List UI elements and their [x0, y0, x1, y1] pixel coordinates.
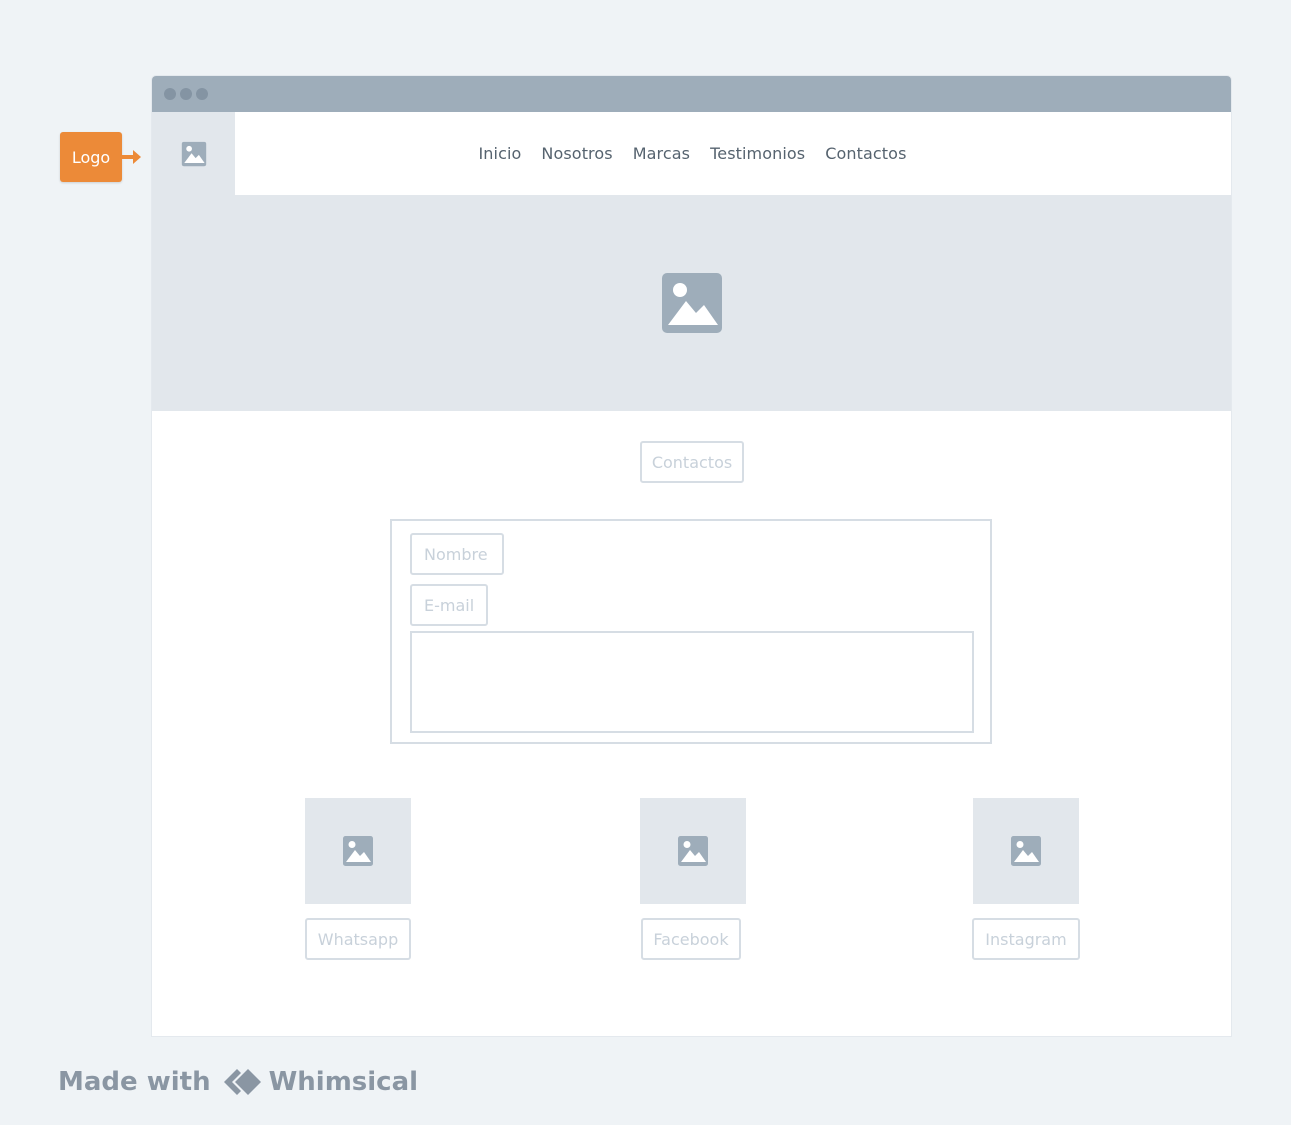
contact-form: Nombre E-mail	[390, 519, 992, 744]
instagram-button-label: Instagram	[985, 929, 1067, 949]
facebook-button[interactable]: Facebook	[641, 918, 741, 960]
image-icon	[1011, 836, 1041, 866]
whatsapp-image-placeholder[interactable]	[305, 798, 411, 904]
browser-titlebar	[152, 76, 1231, 112]
image-icon	[181, 141, 206, 166]
contact-section-title-label: Contactos	[651, 452, 733, 472]
instagram-button[interactable]: Instagram	[972, 918, 1080, 960]
nav-item-nosotros[interactable]: Nosotros	[541, 144, 612, 163]
contact-section-title: Contactos	[640, 441, 744, 483]
hero-image-placeholder	[152, 195, 1231, 411]
email-field[interactable]: E-mail	[410, 584, 488, 626]
annotation-arrow-icon	[122, 150, 141, 164]
nav-item-marcas[interactable]: Marcas	[633, 144, 690, 163]
name-field[interactable]: Nombre	[410, 533, 504, 575]
whimsical-logo-icon	[223, 1069, 261, 1095]
made-with-text: Made with	[58, 1067, 211, 1097]
window-dot-icon	[180, 88, 192, 100]
main-nav: Inicio Nosotros Marcas Testimonios Conta…	[152, 112, 1231, 195]
message-textarea[interactable]	[410, 631, 974, 733]
whatsapp-button[interactable]: Whatsapp	[305, 918, 411, 960]
browser-window: Inicio Nosotros Marcas Testimonios Conta…	[152, 76, 1231, 1036]
whimsical-brand-text: Whimsical	[268, 1067, 419, 1097]
image-icon	[343, 836, 373, 866]
nav-item-contactos[interactable]: Contactos	[825, 144, 906, 163]
facebook-button-label: Facebook	[653, 929, 729, 949]
logo-annotation: Logo	[60, 132, 122, 182]
logo-placeholder[interactable]	[152, 112, 235, 195]
email-field-placeholder: E-mail	[424, 595, 475, 615]
image-icon	[661, 273, 722, 333]
facebook-image-placeholder[interactable]	[640, 798, 746, 904]
name-field-placeholder: Nombre	[424, 544, 488, 564]
instagram-image-placeholder[interactable]	[973, 798, 1079, 904]
nav-item-inicio[interactable]: Inicio	[478, 144, 521, 163]
window-dot-icon	[164, 88, 176, 100]
logo-annotation-label: Logo	[71, 147, 111, 167]
window-dot-icon	[196, 88, 208, 100]
made-with-footer[interactable]: Made with Whimsical	[58, 1064, 418, 1100]
nav-item-testimonios[interactable]: Testimonios	[710, 144, 805, 163]
image-icon	[678, 836, 708, 866]
whatsapp-button-label: Whatsapp	[317, 929, 399, 949]
